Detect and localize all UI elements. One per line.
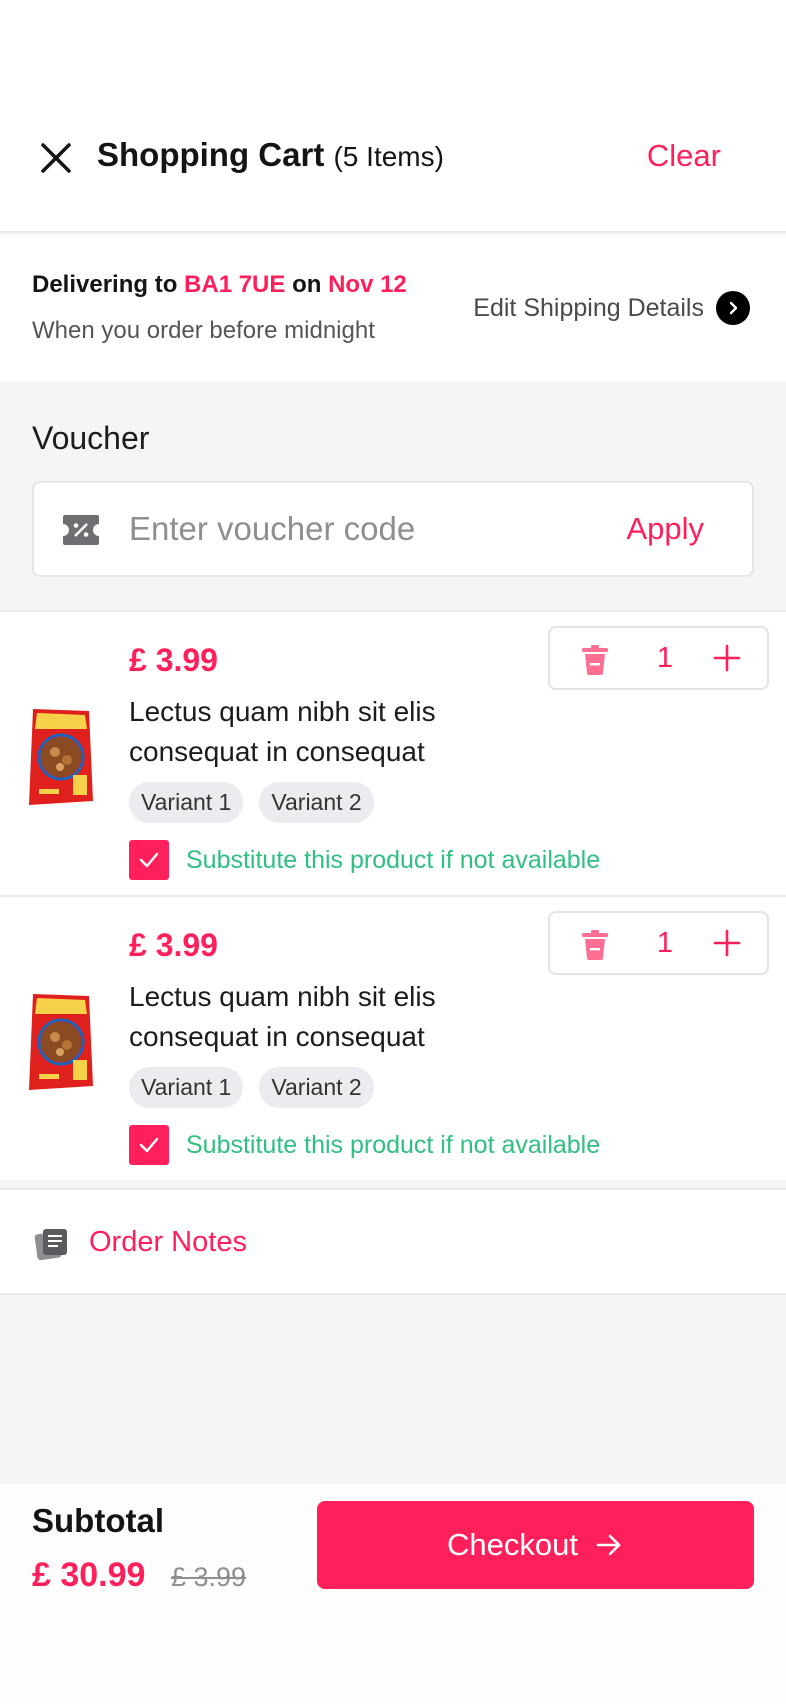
product-image[interactable] — [27, 990, 95, 1094]
quantity-value: 1 — [656, 927, 674, 959]
checkout-label: Checkout — [447, 1527, 578, 1562]
voucher-field: Apply — [32, 481, 754, 577]
subtotal-original-price: £ 3.99 — [171, 1562, 247, 1592]
voucher-section: Voucher Apply — [0, 382, 786, 610]
voucher-label: Voucher — [32, 420, 150, 456]
product-image[interactable] — [27, 705, 95, 809]
cart-items: £ 3.99 Lectus quam nibh sit elis consequ… — [0, 610, 786, 1180]
close-button[interactable] — [36, 138, 76, 178]
voucher-ticket-icon — [62, 513, 100, 552]
delivery-prefix: Delivering to — [32, 271, 178, 298]
substitute-label: Substitute this product if not available — [186, 845, 601, 874]
substitute-label: Substitute this product if not available — [186, 1130, 601, 1159]
variant-chip: Variant 2 — [259, 1067, 374, 1108]
delivery-postcode: BA1 7UE — [184, 271, 286, 298]
check-icon[interactable] — [129, 840, 169, 880]
item-price: £ 3.99 — [129, 927, 218, 963]
delivery-line: Delivering to BA1 7UE on Nov 12 — [32, 271, 407, 299]
delivery-info: Delivering to BA1 7UE on Nov 12 When you… — [0, 235, 786, 382]
plus-icon[interactable] — [711, 642, 743, 679]
edit-shipping-button[interactable]: Edit Shipping Details — [473, 291, 750, 325]
clear-button[interactable]: Clear — [647, 138, 721, 174]
trash-icon[interactable] — [578, 927, 612, 966]
delivery-subtitle: When you order before midnight — [32, 317, 375, 344]
edit-shipping-label: Edit Shipping Details — [473, 293, 704, 322]
item-name[interactable]: Lectus quam nibh sit elis consequat in c… — [129, 977, 509, 1057]
notes-icon — [34, 1227, 70, 1266]
app-header: Shopping Cart (5 Items) Clear — [0, 0, 786, 233]
plus-icon[interactable] — [711, 927, 743, 964]
checkout-button[interactable]: Checkout — [317, 1501, 754, 1589]
trash-icon[interactable] — [578, 642, 612, 681]
order-notes-button[interactable]: Order Notes — [0, 1188, 786, 1295]
variant-chip: Variant 1 — [129, 1067, 244, 1108]
delivery-date: Nov 12 — [328, 271, 407, 298]
subtotal-label: Subtotal — [32, 1502, 164, 1539]
quantity-stepper: 1 — [548, 911, 769, 975]
cart-item: £ 3.99 Lectus quam nibh sit elis consequ… — [0, 895, 786, 1180]
order-notes-label: Order Notes — [89, 1226, 247, 1258]
variant-chip: Variant 2 — [259, 782, 374, 823]
variant-list: Variant 1 Variant 2 — [129, 1067, 374, 1108]
subtotal-value: £ 30.99 — [32, 1556, 146, 1594]
variant-chip: Variant 1 — [129, 782, 244, 823]
chevron-right-circle-icon — [716, 291, 750, 325]
page-title: Shopping Cart (5 Items) — [97, 136, 444, 174]
item-count: (5 Items) — [333, 141, 444, 172]
substitute-checkbox[interactable]: Substitute this product if not available — [129, 840, 600, 880]
voucher-input[interactable] — [129, 501, 549, 557]
substitute-checkbox[interactable]: Substitute this product if not available — [129, 1125, 600, 1165]
checkout-footer: Subtotal £ 30.99 £ 3.99 Checkout — [0, 1484, 786, 1704]
delivery-on: on — [292, 271, 322, 298]
quantity-stepper: 1 — [548, 626, 769, 690]
cart-item: £ 3.99 Lectus quam nibh sit elis consequ… — [0, 610, 786, 895]
item-price: £ 3.99 — [129, 642, 218, 678]
variant-list: Variant 1 Variant 2 — [129, 782, 374, 823]
item-name[interactable]: Lectus quam nibh sit elis consequat in c… — [129, 692, 509, 772]
apply-voucher-button[interactable]: Apply — [626, 511, 704, 547]
page-title-text: Shopping Cart — [97, 136, 325, 173]
quantity-value: 1 — [656, 642, 674, 674]
check-icon[interactable] — [129, 1125, 169, 1165]
arrow-right-icon — [596, 1534, 621, 1556]
close-icon[interactable] — [36, 138, 76, 178]
